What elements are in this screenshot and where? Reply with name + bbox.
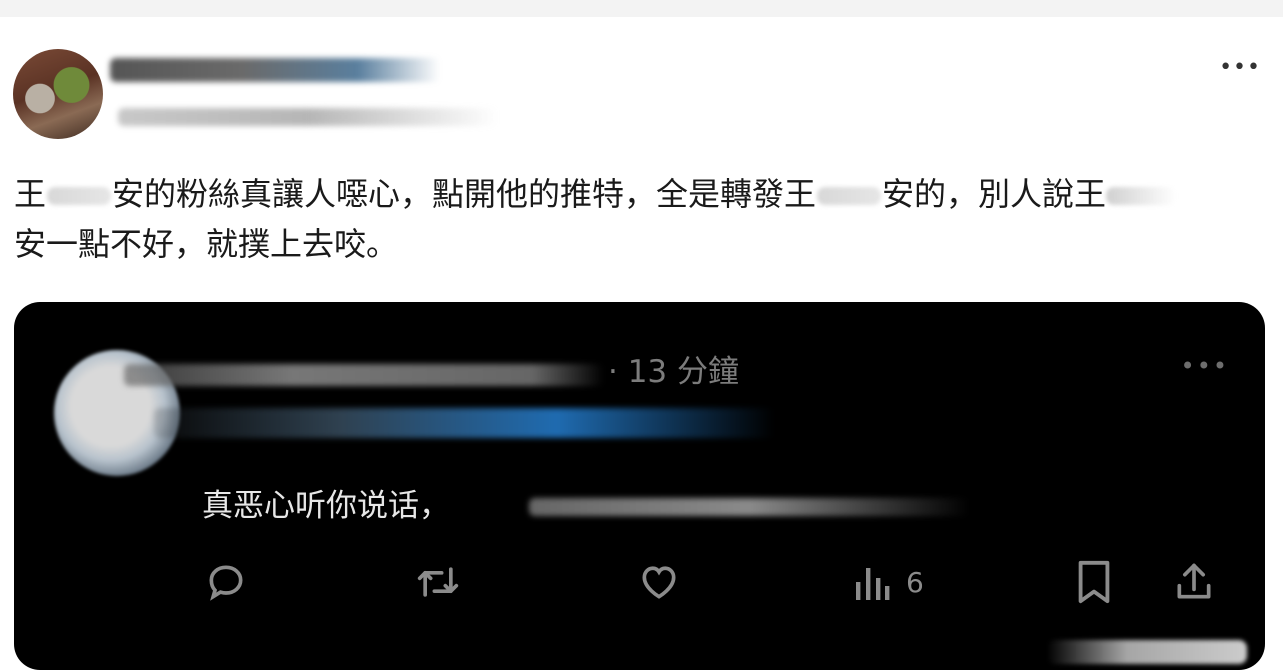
embedded-text-redacted (529, 498, 969, 516)
author-avatar[interactable] (13, 49, 103, 139)
repost-icon (417, 567, 459, 597)
redaction (1106, 187, 1177, 205)
post-text-segment-1: 王 (14, 175, 47, 213)
embedded-more-icon: ••• (1180, 352, 1229, 380)
post-text-segment-2: 安的粉絲真讓人噁心，點開他的推特，全是轉發王 (112, 175, 817, 213)
embedded-screenshot[interactable]: · 13 分鐘 ••• 真恶心听你说话， 6 (14, 302, 1265, 670)
author-handle-redacted (118, 108, 498, 126)
watermark-redacted (1047, 640, 1247, 664)
post-more-button[interactable]: ••• (1219, 55, 1261, 80)
reply-icon (209, 565, 243, 601)
post-body-text: 王 安的粉絲真讓人噁心，點開他的推特，全是轉發王 安的，別人說王 安一點不好，就撲上… (14, 169, 1276, 269)
repost-action (414, 560, 462, 604)
redaction (47, 187, 112, 205)
bookmark-action (1074, 560, 1114, 604)
author-name-redacted (110, 58, 440, 82)
views-icon (856, 568, 890, 600)
post-text-segment-3: 安的，別人說王 (882, 175, 1107, 213)
like-action (636, 560, 682, 604)
heart-icon (642, 566, 676, 599)
views-action: 6 (854, 560, 924, 604)
top-band (0, 0, 1283, 17)
post-card: ••• 王 安的粉絲真讓人噁心，點開他的推特，全是轉發王 安的，別人說王 安一點不好… (0, 17, 1283, 671)
embedded-author-handle-redacted (154, 408, 774, 438)
views-count: 6 (906, 565, 924, 599)
reply-action (204, 560, 248, 604)
post-text-line-2: 安一點不好，就撲上去咬。 (14, 225, 399, 263)
embedded-author-name-redacted (124, 364, 604, 386)
embedded-timestamp: · 13 分鐘 (608, 354, 740, 390)
redaction (817, 187, 882, 205)
post-text-line-1: 王 安的粉絲真讓人噁心，點開他的推特，全是轉發王 安的，別人說王 (14, 169, 1276, 219)
share-action (1172, 560, 1216, 604)
bookmark-icon (1078, 560, 1110, 604)
share-icon (1177, 563, 1211, 599)
embedded-post-text: 真恶心听你说话， (202, 488, 450, 524)
